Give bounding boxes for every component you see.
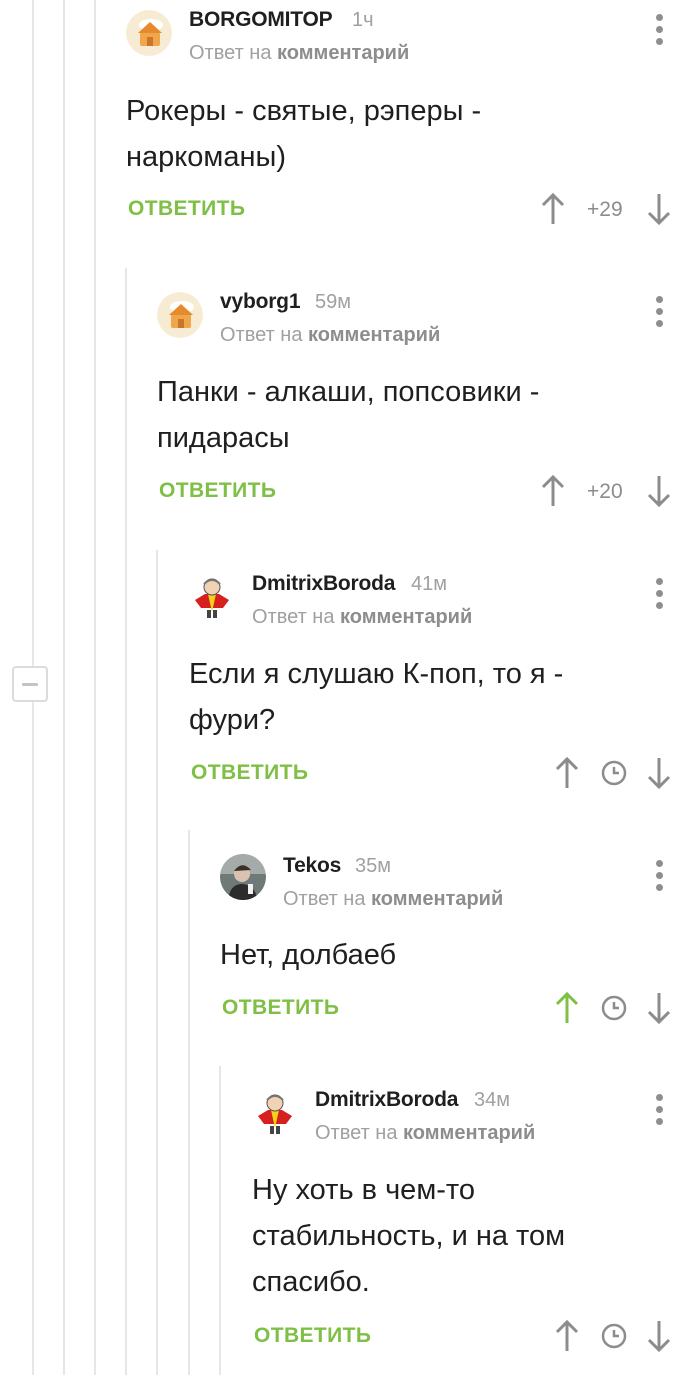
collapse-thread-button[interactable] bbox=[12, 666, 48, 702]
more-options-button[interactable] bbox=[648, 858, 672, 894]
clock-icon[interactable] bbox=[601, 995, 627, 1021]
reply-to-prefix: Ответ на bbox=[252, 606, 335, 628]
comment-text-line: стабильность, и на том bbox=[252, 1220, 566, 1252]
arrow-down-icon[interactable] bbox=[646, 756, 672, 790]
avatar[interactable] bbox=[126, 10, 172, 56]
arrow-up-icon[interactable] bbox=[554, 756, 580, 790]
arrow-up-icon[interactable] bbox=[540, 192, 566, 226]
comment-text-line: Если я слушаю К-поп, то я - bbox=[189, 658, 564, 690]
reply-button[interactable]: ОТВЕТИТЬ bbox=[191, 761, 308, 785]
reply-to-label[interactable]: Ответ на комментарий bbox=[315, 1122, 535, 1145]
thread-line bbox=[125, 268, 127, 1375]
rating-value: +20 bbox=[587, 480, 623, 503]
more-vertical-icon bbox=[656, 296, 663, 303]
comment-text-line: спасибо. bbox=[252, 1266, 370, 1298]
more-options-button[interactable] bbox=[648, 576, 672, 612]
reply-button[interactable]: ОТВЕТИТЬ bbox=[159, 479, 276, 503]
reply-to-prefix: Ответ на bbox=[283, 888, 366, 910]
author-name[interactable]: DmitrixBoroda bbox=[315, 1088, 458, 1112]
more-vertical-icon bbox=[656, 14, 663, 21]
avatar[interactable] bbox=[252, 1090, 298, 1136]
more-vertical-icon bbox=[656, 578, 663, 585]
author-name[interactable]: Tekos bbox=[283, 854, 341, 878]
reply-to-prefix: Ответ на bbox=[220, 324, 303, 346]
arrow-up-icon[interactable] bbox=[554, 1319, 580, 1353]
reply-to-target[interactable]: комментарий bbox=[277, 42, 409, 64]
thread-line bbox=[156, 550, 158, 1375]
rating-value: +29 bbox=[587, 198, 623, 221]
comment-text-line: Рокеры - святые, рэперы - bbox=[126, 95, 482, 127]
comment-text-line: Панки - алкаши, попсовики - bbox=[157, 376, 540, 408]
comment: Tekos 35м Ответ на комментарий Нет, долб… bbox=[220, 846, 700, 1036]
comment-text-line: Ну хоть в чем-то bbox=[252, 1174, 475, 1206]
comment-time: 41м bbox=[411, 573, 447, 595]
reply-to-prefix: Ответ на bbox=[189, 42, 272, 64]
author-name[interactable]: DmitrixBoroda bbox=[252, 572, 395, 596]
clock-icon[interactable] bbox=[601, 1323, 627, 1349]
arrow-down-icon[interactable] bbox=[646, 474, 672, 508]
avatar[interactable] bbox=[220, 854, 266, 900]
reply-to-target[interactable]: комментарий bbox=[371, 888, 503, 910]
reply-to-label[interactable]: Ответ на комментарий bbox=[252, 606, 472, 629]
thread-line bbox=[94, 0, 96, 1375]
avatar[interactable] bbox=[157, 292, 203, 338]
avatar[interactable] bbox=[189, 574, 235, 620]
thread-line bbox=[219, 1066, 221, 1375]
arrow-down-icon[interactable] bbox=[646, 192, 672, 226]
reply-button[interactable]: ОТВЕТИТЬ bbox=[128, 197, 245, 221]
thread-line bbox=[32, 0, 34, 666]
reply-to-target[interactable]: комментарий bbox=[308, 324, 440, 346]
arrow-down-icon[interactable] bbox=[646, 991, 672, 1025]
arrow-down-icon[interactable] bbox=[646, 1319, 672, 1353]
comment-time: 34м bbox=[474, 1089, 510, 1111]
more-options-button[interactable] bbox=[648, 12, 672, 48]
comment-text-line: наркоманы) bbox=[126, 141, 286, 173]
reply-to-label[interactable]: Ответ на комментарий bbox=[283, 888, 503, 911]
reply-button[interactable]: ОТВЕТИТЬ bbox=[254, 1324, 371, 1348]
thread-line bbox=[63, 0, 65, 1375]
reply-to-target[interactable]: комментарий bbox=[340, 606, 472, 628]
comment-text-line: фури? bbox=[189, 704, 276, 736]
reply-to-label[interactable]: Ответ на комментарий bbox=[220, 324, 440, 347]
more-vertical-icon bbox=[656, 1094, 663, 1101]
author-name[interactable]: vyborg1 bbox=[220, 290, 300, 314]
arrow-up-icon[interactable] bbox=[554, 991, 580, 1025]
comment: vyborg1 59м Ответ на комментарий Панки -… bbox=[157, 282, 700, 522]
reply-to-label[interactable]: Ответ на комментарий bbox=[189, 42, 409, 65]
minus-icon bbox=[22, 682, 38, 686]
more-options-button[interactable] bbox=[648, 294, 672, 330]
comment-time: 35м bbox=[355, 855, 391, 877]
more-options-button[interactable] bbox=[648, 1092, 672, 1128]
comment: BORGOMITOP 1ч Ответ на комментарий Рокер… bbox=[126, 0, 700, 250]
author-name[interactable]: BORGOMITOP bbox=[189, 8, 333, 32]
reply-to-prefix: Ответ на bbox=[315, 1122, 398, 1144]
comment-text-line: Нет, долбаеб bbox=[220, 939, 397, 971]
thread-line bbox=[188, 830, 190, 1375]
comment-text-line: пидарасы bbox=[157, 422, 290, 454]
reply-to-target[interactable]: комментарий bbox=[403, 1122, 535, 1144]
thread-line bbox=[32, 702, 34, 1375]
comment: DmitrixBoroda 34м Ответ на комментарий Н… bbox=[252, 1080, 700, 1370]
clock-icon[interactable] bbox=[601, 760, 627, 786]
arrow-up-icon[interactable] bbox=[540, 474, 566, 508]
more-vertical-icon bbox=[656, 860, 663, 867]
comment-time: 1ч bbox=[352, 9, 374, 31]
comment-time: 59м bbox=[315, 291, 351, 313]
reply-button[interactable]: ОТВЕТИТЬ bbox=[222, 996, 339, 1020]
comment: DmitrixBoroda 41м Ответ на комментарий Е… bbox=[189, 564, 700, 804]
